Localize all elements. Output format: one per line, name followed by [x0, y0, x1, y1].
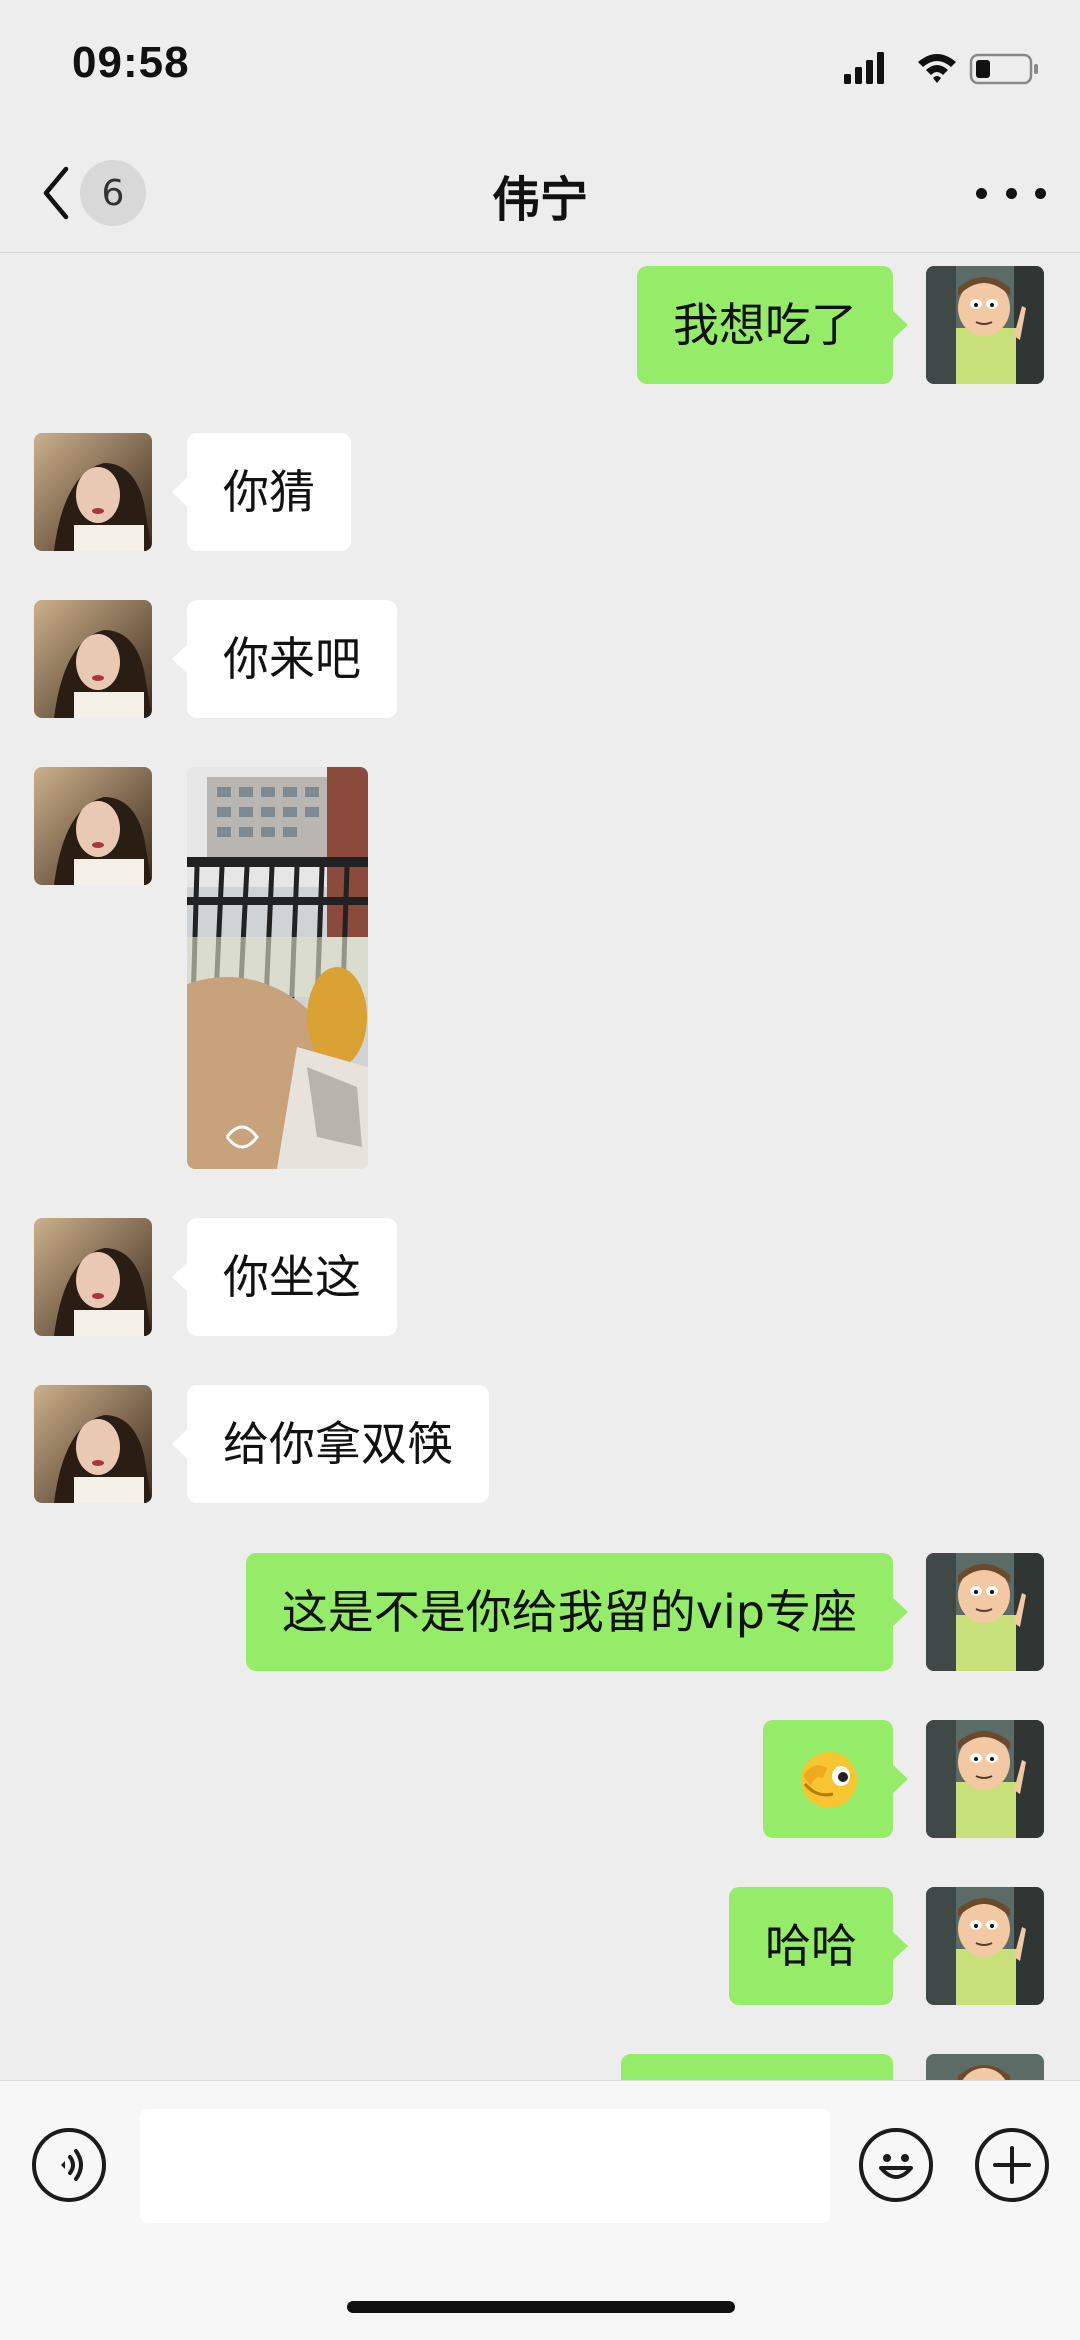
girl-photo-avatar-icon: [34, 433, 152, 551]
nav-bar: 6 伟宁: [0, 130, 1080, 253]
cartoon-avatar-icon: [926, 1553, 1044, 1671]
my-avatar[interactable]: [926, 1553, 1044, 1671]
cartoon-avatar-icon: [926, 1887, 1044, 2005]
status-bar: 09:58: [0, 0, 1080, 130]
cartoon-avatar-icon: [926, 2054, 1044, 2080]
image-message[interactable]: [187, 767, 368, 1169]
facepalm-emoji-icon: [801, 1752, 857, 1808]
message-bubble-outgoing[interactable]: [621, 2054, 893, 2080]
contact-avatar[interactable]: [34, 433, 152, 551]
status-time: 09:58: [72, 38, 190, 87]
message-bubble-incoming[interactable]: 你猜: [172, 433, 351, 551]
message-row: [0, 767, 1080, 1169]
message-row: 你来吧: [0, 600, 1080, 718]
contact-avatar[interactable]: [34, 1385, 152, 1503]
chat-title: 伟宁: [491, 172, 588, 228]
status-icons: [840, 48, 1040, 88]
contact-avatar[interactable]: [34, 600, 152, 718]
more-button[interactable]: [976, 168, 1046, 218]
message-row: [0, 1720, 1080, 1838]
message-input[interactable]: [140, 2109, 830, 2223]
contact-avatar[interactable]: [34, 1218, 152, 1336]
contact-avatar[interactable]: [34, 767, 152, 885]
message-row-partial: [0, 2054, 1080, 2080]
voice-icon: [61, 2149, 83, 2181]
my-avatar[interactable]: [926, 2054, 1044, 2080]
plus-icon: [993, 2146, 1031, 2184]
girl-photo-avatar-icon: [34, 600, 152, 718]
plus-button[interactable]: [975, 2128, 1049, 2202]
more-icon-dot: [976, 187, 987, 199]
message-row: 我想吃了: [0, 266, 1080, 384]
girl-photo-avatar-icon: [34, 1385, 152, 1503]
message-row: 你猜: [0, 433, 1080, 551]
message-row: 哈哈: [0, 1887, 1080, 2005]
emoji-icon: [879, 2154, 913, 2179]
signal-icon: [844, 52, 884, 84]
message-row: 给你拿双筷: [0, 1385, 1080, 1503]
cartoon-avatar-icon: [926, 1720, 1044, 1838]
girl-photo-avatar-icon: [34, 1218, 152, 1336]
message-row: 这是不是你给我留的vip专座: [0, 1553, 1080, 1671]
message-bubble-outgoing[interactable]: [763, 1720, 908, 1838]
wifi-icon: [918, 54, 956, 83]
home-indicator[interactable]: [347, 2301, 735, 2313]
my-avatar[interactable]: [926, 1887, 1044, 2005]
message-bubble-incoming[interactable]: 你坐这: [172, 1218, 397, 1336]
message-row: 你坐这: [0, 1218, 1080, 1336]
my-avatar[interactable]: [926, 1720, 1044, 1838]
status-icons-svg: [844, 52, 1038, 85]
emoji-button[interactable]: [859, 2128, 933, 2202]
message-bubble-outgoing[interactable]: 我想吃了: [637, 266, 908, 384]
voice-button[interactable]: [32, 2128, 106, 2202]
more-icon-dot: [1035, 187, 1046, 199]
message-bubble-incoming[interactable]: 给你拿双筷: [172, 1385, 489, 1503]
message-bubble-outgoing[interactable]: 哈哈: [729, 1887, 908, 2005]
message-bubble-outgoing[interactable]: 这是不是你给我留的vip专座: [245, 1553, 909, 1671]
more-icon-dot: [1005, 187, 1017, 199]
battery-icon: [969, 53, 1038, 85]
message-bubble-incoming[interactable]: 你来吧: [172, 600, 397, 718]
girl-photo-avatar-icon: [34, 767, 152, 885]
balcony-photo-icon: [187, 767, 368, 1169]
my-avatar[interactable]: [926, 266, 1044, 384]
cartoon-avatar-icon: [926, 266, 1044, 384]
